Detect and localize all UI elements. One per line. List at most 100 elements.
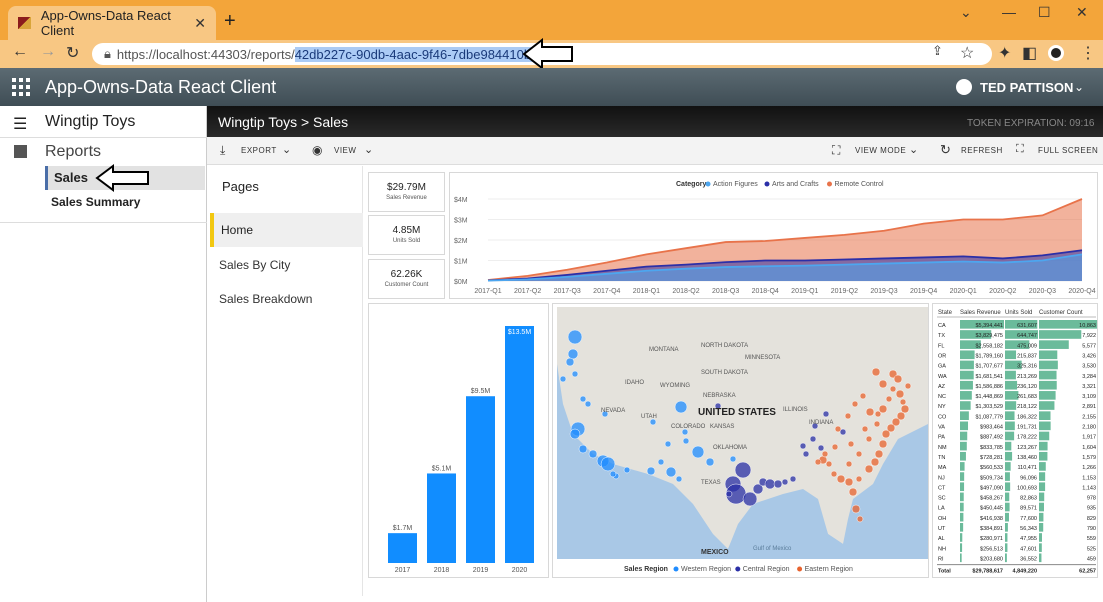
map-bubble[interactable] xyxy=(584,400,592,408)
area-chart-panel[interactable]: $0M $1M $2M $3M $4M 2017-Q1 2017-Q2 2017-Q3 2017… xyxy=(449,172,1098,299)
map-bubble[interactable] xyxy=(878,379,888,389)
state-table-panel[interactable]: State Sales Revenue Units Sold Customer Cou… xyxy=(932,303,1098,578)
map-bubble[interactable] xyxy=(773,479,783,489)
map-bubble[interactable] xyxy=(874,410,882,418)
bar[interactable] xyxy=(427,473,456,563)
extensions-icon[interactable]: ✦ xyxy=(998,43,1011,63)
map-bubble[interactable] xyxy=(856,515,864,523)
sales-map[interactable]: Gulf of Mexico MEXICO UNITED STATES MONT… xyxy=(553,304,930,579)
map-bubble[interactable] xyxy=(822,410,830,418)
legend-item[interactable]: Central Region xyxy=(743,566,790,573)
map-bubble[interactable] xyxy=(821,450,829,458)
map-bubble[interactable] xyxy=(855,450,863,458)
map-bubble[interactable] xyxy=(904,382,912,390)
map-bubble[interactable] xyxy=(899,398,907,406)
map-bubble[interactable] xyxy=(691,445,705,459)
map-bubble[interactable] xyxy=(799,442,807,450)
map-bubble[interactable] xyxy=(809,435,817,443)
map-bubble[interactable] xyxy=(895,389,905,399)
map-bubble[interactable] xyxy=(675,475,683,483)
legend-item[interactable]: Arts and Crafts xyxy=(772,181,819,188)
map-bubble[interactable] xyxy=(609,470,617,478)
bar[interactable] xyxy=(388,533,417,563)
page-tab-sales-breakdown[interactable]: Sales Breakdown xyxy=(219,292,312,306)
map-bubble[interactable] xyxy=(559,375,567,383)
map-bubble[interactable] xyxy=(851,504,861,514)
view-mode-button[interactable]: VIEW MODE xyxy=(855,146,906,155)
star-icon[interactable]: ☆ xyxy=(960,43,974,63)
close-window-icon[interactable]: ✕ xyxy=(1076,4,1088,21)
map-bubble[interactable] xyxy=(665,466,677,478)
chevron-down-icon[interactable]: ⌄ xyxy=(909,143,919,156)
user-menu[interactable]: TED PATTISON xyxy=(980,80,1073,95)
export-button[interactable]: EXPORT xyxy=(241,146,277,155)
table-header[interactable]: State xyxy=(938,310,953,316)
map-bubble[interactable] xyxy=(859,392,867,400)
map-bubble[interactable] xyxy=(873,420,881,428)
map-bubble[interactable] xyxy=(789,475,797,483)
page-tab-home[interactable]: Home xyxy=(210,213,363,247)
refresh-button[interactable]: REFRESH xyxy=(961,146,1003,155)
map-bubble[interactable] xyxy=(578,444,588,454)
legend-item[interactable]: Western Region xyxy=(681,566,731,573)
app-launcher-icon[interactable] xyxy=(12,78,30,96)
sidebar-icon[interactable]: ◧ xyxy=(1022,43,1037,63)
map-bubble[interactable] xyxy=(571,370,579,378)
back-icon[interactable]: ← xyxy=(12,43,28,61)
browser-tab[interactable]: App-Owns-Data React Client ✕ xyxy=(8,6,216,40)
bar[interactable] xyxy=(466,396,495,563)
map-bubble[interactable] xyxy=(734,461,752,479)
map-bubble[interactable] xyxy=(893,374,903,384)
map-bubble[interactable] xyxy=(781,478,789,486)
map-bubble[interactable] xyxy=(802,450,810,458)
map-bubble[interactable] xyxy=(865,407,875,417)
map-bubble[interactable] xyxy=(657,458,665,466)
map-bubble[interactable] xyxy=(567,348,579,360)
map-bubble[interactable] xyxy=(817,444,825,452)
map-bubble[interactable] xyxy=(870,457,880,467)
view-button[interactable]: VIEW xyxy=(334,146,356,155)
map-bubble[interactable] xyxy=(742,491,758,507)
map-bubble[interactable] xyxy=(864,464,874,474)
bar-chart-panel[interactable]: $1.7M 2017 $5.1M 2018 $9.5M 2019 $13.5M 2020 xyxy=(368,303,549,578)
map-bubble[interactable] xyxy=(851,400,859,408)
map-bubble[interactable] xyxy=(814,458,822,466)
map-bubble[interactable] xyxy=(844,477,854,487)
maximize-icon[interactable]: ☐ xyxy=(1038,4,1051,21)
map-bubble[interactable] xyxy=(831,443,839,451)
table-header[interactable]: Units Sold xyxy=(1005,310,1032,316)
new-tab-icon[interactable]: + xyxy=(224,10,236,33)
map-bubble[interactable] xyxy=(674,400,688,414)
map-bubble[interactable] xyxy=(874,449,884,459)
map-bubble[interactable] xyxy=(764,478,776,490)
map-bubble[interactable] xyxy=(847,440,855,448)
map-bubble[interactable] xyxy=(588,449,598,459)
share-icon[interactable]: ⇪ xyxy=(932,43,943,59)
map-bubble[interactable] xyxy=(600,456,616,472)
chevron-down-icon[interactable]: ⌄ xyxy=(364,143,374,156)
map-bubble[interactable] xyxy=(567,329,583,345)
nav-item-sales-summary[interactable]: Sales Summary xyxy=(51,195,140,209)
legend-item[interactable]: Remote Control xyxy=(835,181,884,188)
map-bubble[interactable] xyxy=(646,466,656,476)
map-bubble[interactable] xyxy=(865,435,873,443)
map-bubble[interactable] xyxy=(845,460,853,468)
map-panel[interactable]: Gulf of Mexico MEXICO UNITED STATES MONT… xyxy=(552,303,929,578)
map-bubble[interactable] xyxy=(729,455,737,463)
map-bubble[interactable] xyxy=(834,425,842,433)
map-bubble[interactable] xyxy=(825,460,833,468)
legend-item[interactable]: Action Figures xyxy=(713,181,758,188)
map-bubble[interactable] xyxy=(889,385,897,393)
chevron-down-icon[interactable]: ⌄ xyxy=(282,143,292,156)
reload-icon[interactable]: ↻ xyxy=(66,43,79,63)
map-bubble[interactable] xyxy=(844,412,852,420)
map-bubble[interactable] xyxy=(836,474,846,484)
map-bubble[interactable] xyxy=(885,395,893,403)
map-bubble[interactable] xyxy=(579,395,587,403)
profile-avatar[interactable] xyxy=(1048,45,1064,61)
chevron-down-icon[interactable]: ⌄ xyxy=(1074,80,1084,94)
page-tab-sales-by-city[interactable]: Sales By City xyxy=(219,258,290,272)
map-bubble[interactable] xyxy=(682,437,690,445)
chevron-down-icon[interactable]: ⌄ xyxy=(960,4,972,21)
close-tab-icon[interactable]: ✕ xyxy=(194,15,206,32)
